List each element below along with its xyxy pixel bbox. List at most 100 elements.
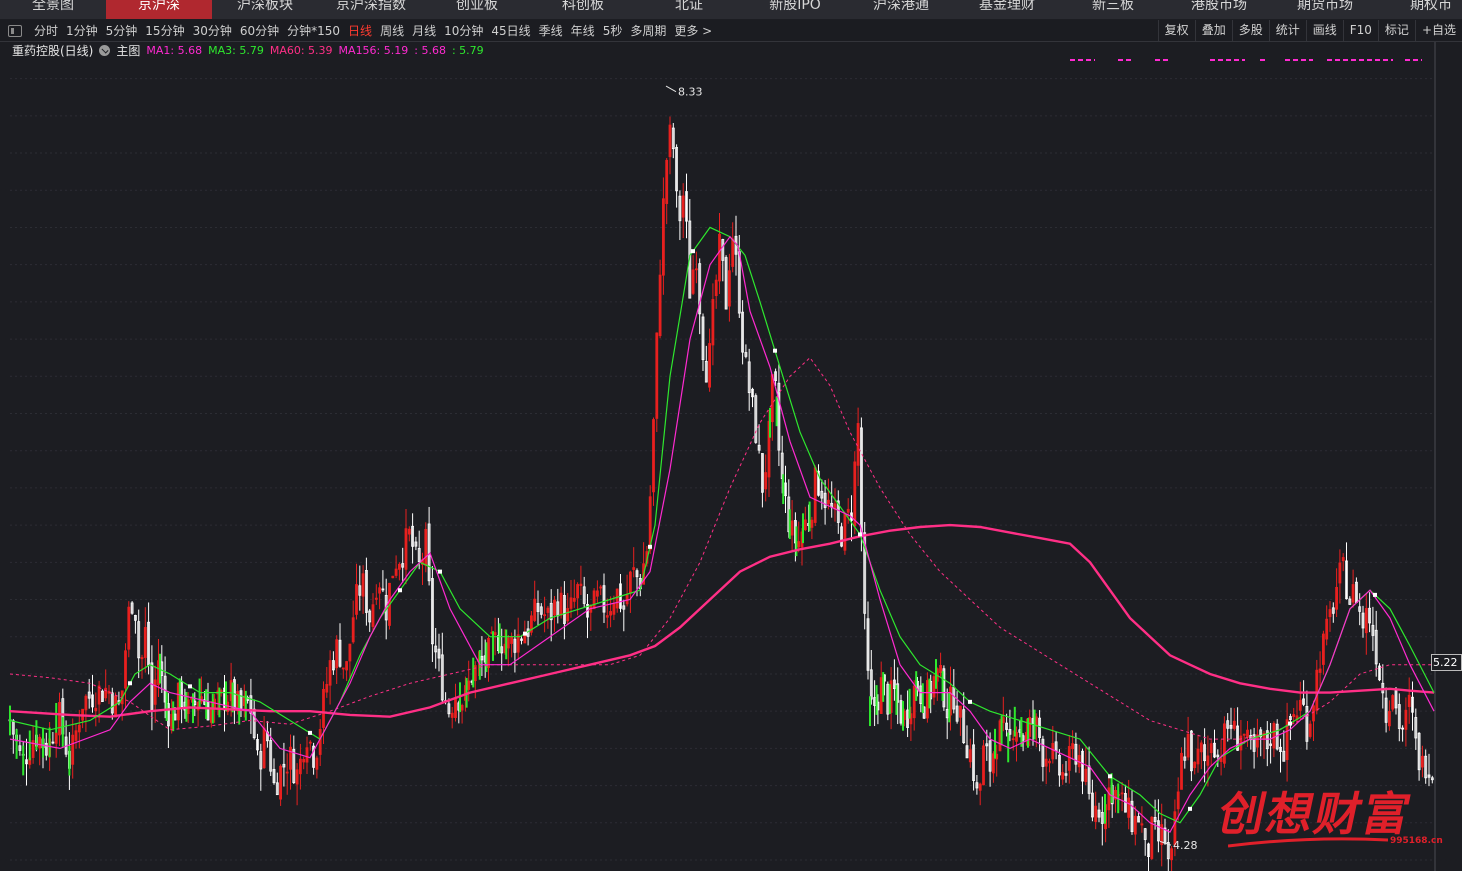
nav-tab[interactable]: 期权市: [1378, 0, 1462, 19]
candle-body: [302, 759, 306, 763]
period-button[interactable]: 10分钟: [440, 22, 487, 39]
period-button[interactable]: 1分钟: [62, 22, 102, 39]
candle-body: [708, 343, 711, 388]
candle-body: [790, 520, 794, 536]
candle-body: [1292, 714, 1296, 718]
candle-body: [1338, 562, 1342, 584]
candle-body: [658, 274, 662, 337]
tool-button[interactable]: 叠加: [1194, 20, 1232, 41]
candle-body: [612, 603, 616, 615]
candle-body: [450, 712, 454, 718]
candle-body: [978, 783, 982, 791]
candle-body: [153, 679, 157, 705]
candle-body: [318, 729, 322, 755]
candle-body: [391, 575, 395, 579]
candle-body: [652, 419, 655, 493]
candle-body: [1034, 716, 1038, 726]
candle-body: [1272, 723, 1276, 749]
candle-body: [378, 587, 382, 594]
last-price-tag: 5.22: [1431, 654, 1462, 671]
period-button[interactable]: 更多 >: [670, 22, 716, 39]
tool-button[interactable]: 复权: [1157, 20, 1195, 41]
candle-body: [846, 508, 850, 513]
ma-marker: [968, 699, 972, 704]
nav-tab[interactable]: 港股市场: [1166, 0, 1272, 19]
panel-toggle-icon[interactable]: [8, 24, 22, 37]
candle-body: [939, 664, 942, 673]
candle-body: [718, 233, 721, 282]
nav-tab[interactable]: 新三板: [1060, 0, 1166, 19]
tool-button[interactable]: 统计: [1268, 20, 1306, 41]
period-button[interactable]: 季线: [535, 22, 567, 39]
candle-body: [609, 611, 612, 616]
candle-body: [97, 685, 101, 705]
candle-body: [104, 687, 108, 699]
watermark-url: 995168.cn: [1390, 836, 1443, 846]
nav-tab[interactable]: 京沪深指数: [318, 0, 424, 19]
candle-body: [1186, 733, 1190, 758]
candle-body: [298, 758, 302, 775]
candle-body: [289, 746, 292, 770]
candle-body: [797, 541, 801, 548]
candle-body: [803, 519, 807, 530]
candle-body: [1120, 792, 1124, 795]
nav-tab[interactable]: 全景图: [0, 0, 106, 19]
candle-body: [1044, 758, 1048, 767]
period-button[interactable]: 30分钟: [189, 22, 236, 39]
tool-button[interactable]: 画线: [1305, 20, 1343, 41]
period-button[interactable]: 日线: [344, 22, 376, 39]
period-list: 分时 1分钟 5分钟 15分钟 30分钟 60分钟 分钟*150 日线 周线 月线 10分钟 45日线…: [8, 20, 716, 41]
nav-tab[interactable]: 创业板: [424, 0, 530, 19]
candle-body: [691, 269, 695, 294]
candle-body: [1246, 729, 1249, 738]
candle-body: [1322, 633, 1325, 665]
nav-tab[interactable]: 沪深板块: [212, 0, 318, 19]
candle-body: [351, 617, 355, 643]
ma-marker: [1373, 592, 1377, 597]
candle-body: [1308, 723, 1312, 737]
candle-body: [54, 732, 58, 744]
period-button[interactable]: 分时: [30, 22, 62, 39]
nav-tab[interactable]: 新股IPO: [742, 0, 848, 19]
tool-button[interactable]: 标记: [1377, 20, 1415, 41]
candle-body: [1242, 733, 1246, 736]
period-toolbar: 分时 1分钟 5分钟 15分钟 30分钟 60分钟 分钟*150 日线 周线 月线 10分钟 45日线…: [0, 20, 1462, 42]
period-button[interactable]: 多周期: [626, 22, 670, 39]
candle-body: [71, 734, 75, 765]
period-button[interactable]: 15分钟: [141, 22, 188, 39]
candle-body: [1219, 757, 1223, 762]
candle-body: [572, 597, 576, 602]
candle-body: [1199, 742, 1203, 753]
period-button[interactable]: 分钟*150: [283, 22, 344, 39]
candle-body: [308, 741, 312, 744]
candle-body: [879, 677, 883, 714]
period-button[interactable]: 月线: [408, 22, 440, 39]
nav-tab[interactable]: 京沪深: [106, 0, 212, 19]
candle-body: [394, 568, 398, 576]
period-button[interactable]: 5秒: [599, 22, 627, 39]
watermark-swoosh-icon: [1228, 837, 1388, 848]
ma-dashed-line: [9, 356, 1434, 740]
candlestick-chart[interactable]: 8.33 4.28: [0, 40, 1462, 871]
period-button[interactable]: 年线: [567, 22, 599, 39]
candle-body: [1107, 787, 1111, 811]
candle-body: [1388, 711, 1391, 727]
candle-body: [1364, 608, 1368, 634]
candle-body: [1011, 738, 1015, 741]
tool-button[interactable]: F10: [1342, 20, 1378, 41]
candle-body: [569, 597, 573, 609]
tool-button[interactable]: +自选: [1414, 20, 1462, 41]
nav-tab[interactable]: 北证: [636, 0, 742, 19]
nav-tab[interactable]: 基金理财: [954, 0, 1060, 19]
watermark-text: 创想财富: [1213, 787, 1418, 841]
candle-body: [124, 650, 127, 689]
period-button[interactable]: 5分钟: [102, 22, 142, 39]
period-button[interactable]: 周线: [376, 22, 408, 39]
tool-button[interactable]: 多股: [1231, 20, 1269, 41]
nav-tab[interactable]: 科创板: [530, 0, 636, 19]
period-button[interactable]: 45日线: [487, 22, 534, 39]
period-button[interactable]: 60分钟: [236, 22, 283, 39]
nav-tab[interactable]: 期货市场: [1272, 0, 1378, 19]
candle-body: [506, 637, 510, 649]
nav-tab[interactable]: 沪深港通: [848, 0, 954, 19]
